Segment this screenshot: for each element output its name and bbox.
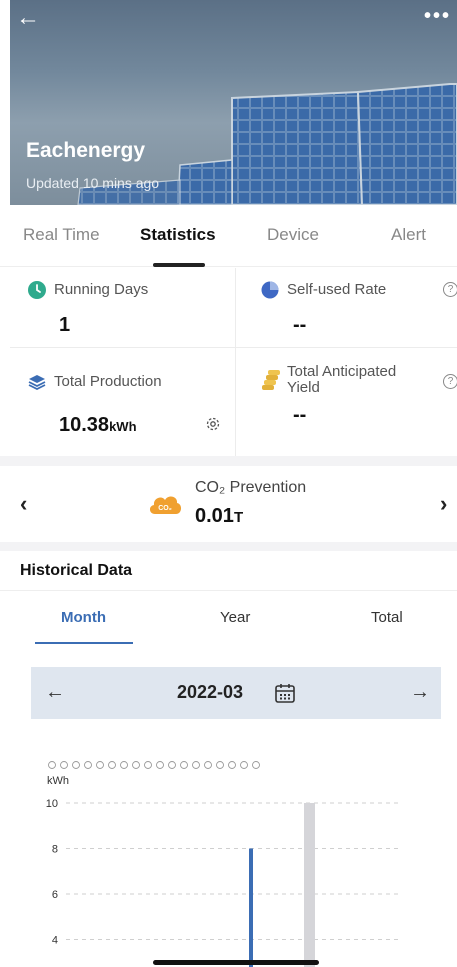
tab-bar: Real Time Statistics Device Alert — [0, 205, 457, 267]
layers-icon — [28, 375, 46, 391]
site-name: Eachenergy — [26, 139, 146, 162]
y-tick-label: 4 — [52, 935, 58, 947]
chevron-left-icon[interactable]: ‹ — [20, 491, 27, 517]
range-tab-month[interactable]: Month — [61, 609, 106, 626]
more-horizontal-icon: ••• — [423, 5, 451, 27]
hero-banner: ← ••• Eachenergy Updated 10 mins ago — [10, 0, 457, 205]
co2-prevention-row — [0, 466, 457, 542]
grid-divider-horizontal — [10, 347, 457, 348]
pie-chart-icon — [261, 281, 279, 299]
divider — [0, 590, 457, 591]
coins-icon — [262, 370, 280, 390]
grid-divider-vertical — [235, 268, 236, 456]
back-button[interactable]: ← — [16, 6, 46, 32]
co2-cloud-icon: CO₂ — [149, 496, 182, 514]
self-used-rate-label: Self-used Rate — [287, 281, 387, 298]
anticipated-yield-value: -- — [293, 404, 307, 426]
running-days-label: Running Days — [54, 281, 149, 298]
co2-value: 0.01T — [195, 505, 243, 528]
gear-icon[interactable] — [205, 416, 221, 432]
y-axis-label: kWh — [47, 775, 69, 787]
running-days-value: 1 — [59, 314, 71, 336]
bar-series-1 — [249, 848, 253, 967]
range-tab-year[interactable]: Year — [220, 609, 250, 626]
total-production-number: 10.38 — [59, 414, 110, 436]
y-tick-label: 8 — [52, 844, 58, 856]
total-production-label: Total Production — [54, 373, 162, 390]
chevron-right-icon[interactable]: › — [440, 491, 447, 517]
help-icon[interactable]: ? — [443, 282, 457, 297]
updated-time: Updated 10 mins ago — [26, 175, 160, 191]
co2-unit: T — [233, 509, 244, 526]
historical-chart: kWh 4 6 8 10 — [46, 775, 402, 967]
y-tick-label: 6 — [52, 889, 58, 901]
arrow-right-icon: → — [410, 681, 430, 703]
arrow-left-icon: ← — [45, 681, 65, 703]
arrow-left-icon: ← — [16, 4, 40, 31]
more-button[interactable]: ••• — [415, 5, 451, 28]
anticipated-yield-label: Total Anticipated Yield — [287, 363, 397, 396]
section-gap — [0, 456, 457, 466]
selected-date: 2022-03 — [177, 682, 244, 702]
historical-data-title: Historical Data — [20, 562, 133, 579]
y-tick-label: 10 — [46, 798, 58, 810]
co2-label: CO₂ Prevention — [195, 479, 307, 496]
prev-date-button[interactable]: ← — [45, 681, 65, 704]
home-indicator — [153, 960, 319, 965]
bar-series-2 — [304, 803, 315, 967]
tab-statistics[interactable]: Statistics — [140, 225, 216, 245]
total-production-unit: kWh — [109, 419, 137, 434]
tab-alert[interactable]: Alert — [391, 225, 426, 245]
next-date-button[interactable]: → — [410, 681, 430, 704]
self-used-rate-value: -- — [293, 314, 307, 336]
help-icon[interactable]: ? — [443, 374, 457, 389]
range-active-indicator — [35, 642, 133, 644]
section-gap — [0, 542, 457, 551]
clock-icon — [28, 281, 46, 299]
tab-active-indicator — [153, 263, 205, 267]
range-tab-total[interactable]: Total — [371, 609, 403, 626]
co2-number: 0.01 — [195, 505, 234, 527]
tab-real-time[interactable]: Real Time — [23, 225, 100, 245]
tab-device[interactable]: Device — [267, 225, 319, 245]
co2-icon-text: CO₂ — [158, 505, 172, 512]
total-production-value: 10.38kWh — [59, 414, 137, 437]
calendar-icon[interactable] — [274, 682, 296, 704]
